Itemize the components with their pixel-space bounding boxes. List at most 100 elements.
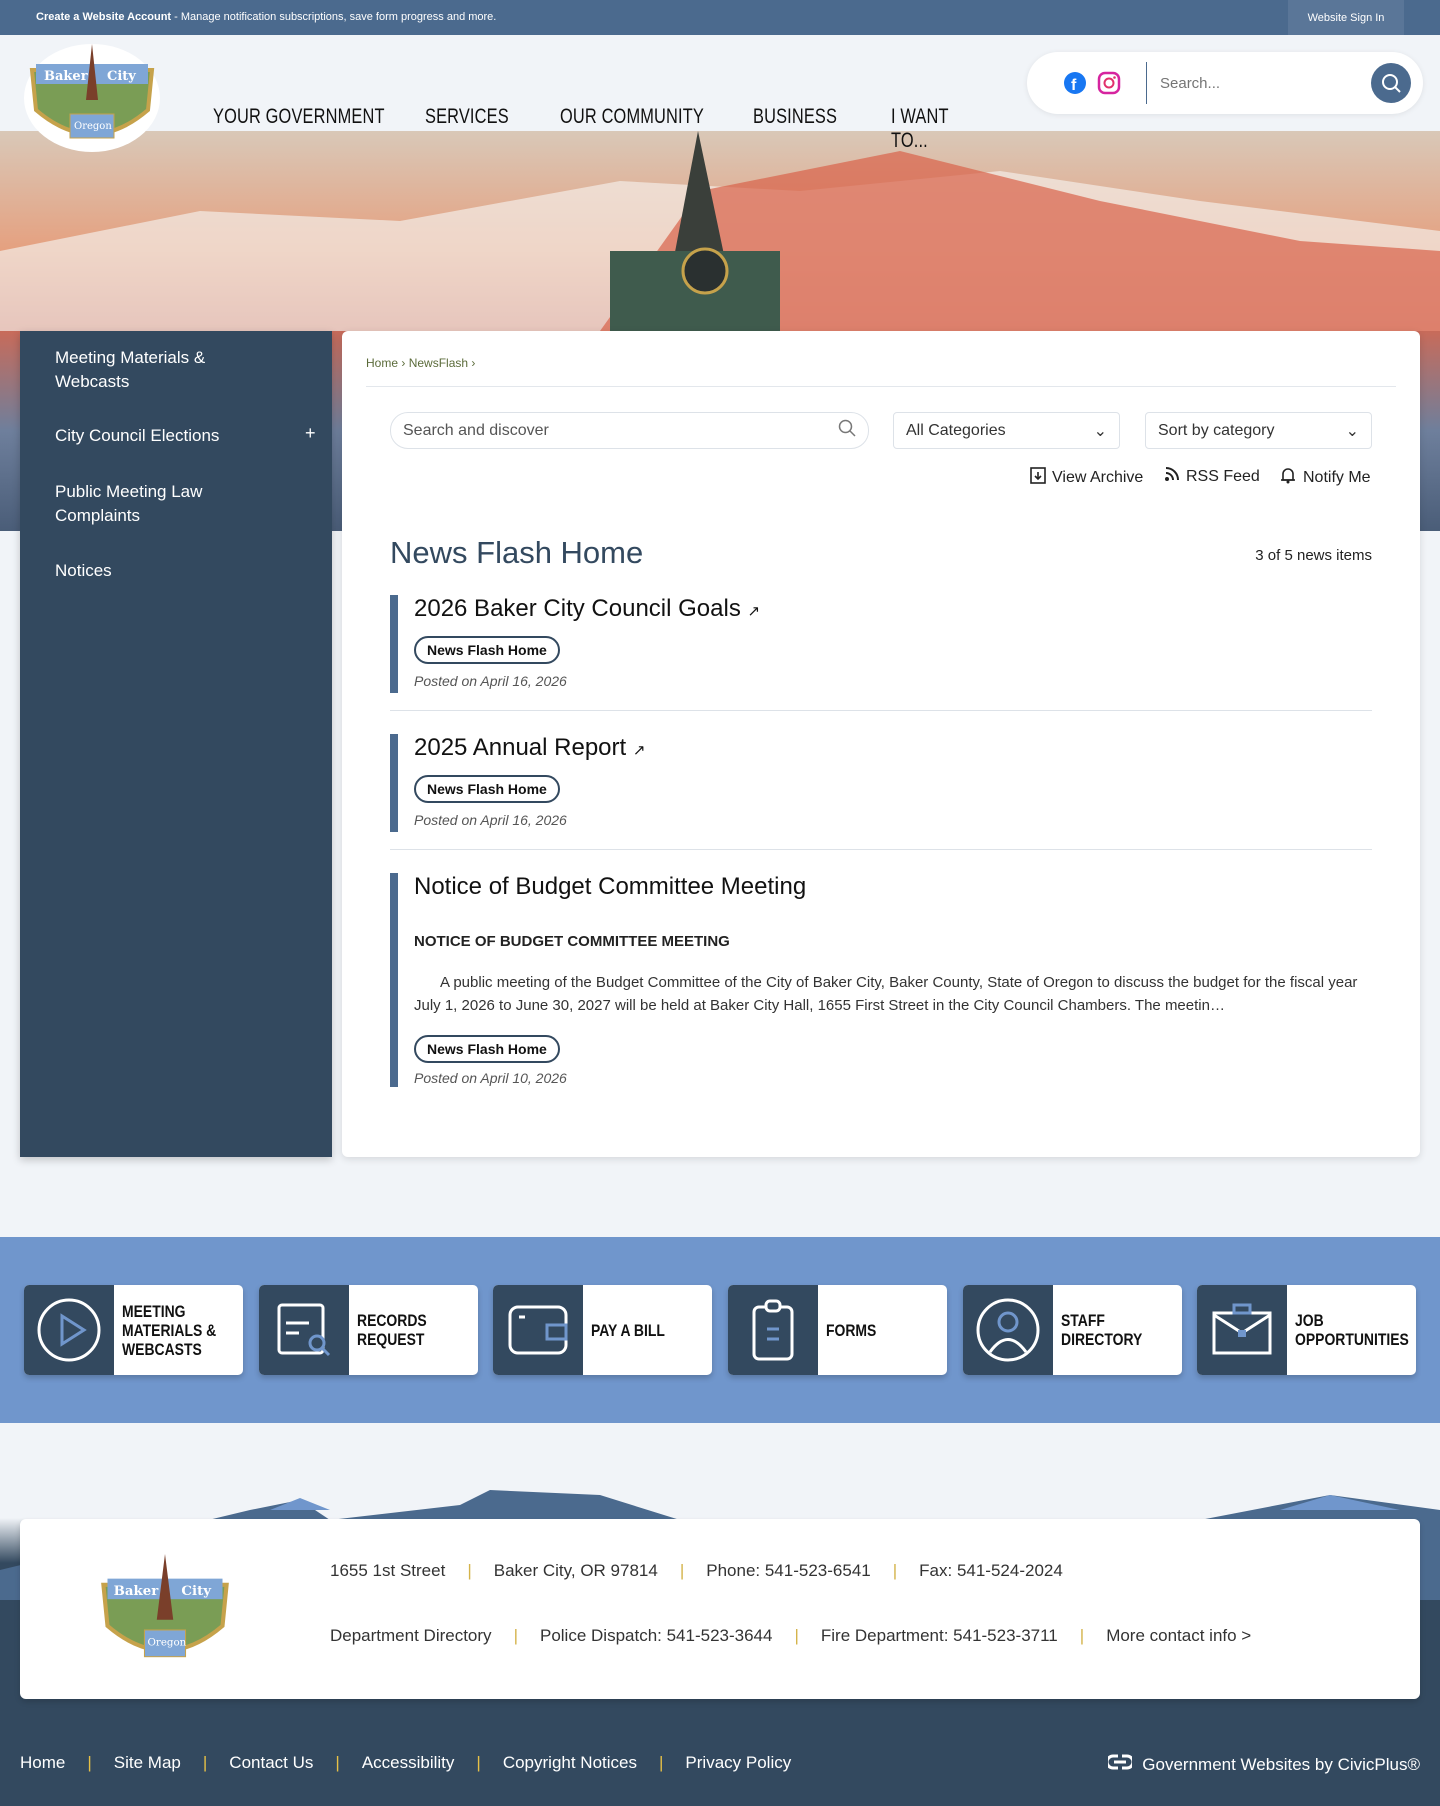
create-account-label[interactable]: Create a Website Account: [36, 11, 171, 23]
document-search-icon: [259, 1285, 349, 1375]
footer-link-accessibility[interactable]: Accessibility: [362, 1753, 455, 1773]
news-item-subheading: NOTICE OF BUDGET COMMITTEE MEETING: [414, 933, 730, 950]
civicplus-label[interactable]: Government Websites by CivicPlus®: [1142, 1755, 1420, 1775]
sort-select[interactable]: Sort by category ⌄: [1145, 412, 1372, 449]
contact-row-2: Department Directory | Police Dispatch: 5…: [330, 1626, 1252, 1646]
footer-logo[interactable]: Baker City Oregon: [90, 1554, 240, 1674]
posted-date: Posted on April 16, 2026: [414, 673, 567, 689]
page-title: News Flash Home: [390, 535, 644, 570]
sort-select-value: Sort by category: [1158, 421, 1275, 439]
news-item: 2025 Annual Report ↗ News Flash Home Pos…: [390, 734, 1372, 832]
play-icon: [24, 1285, 114, 1375]
search-icon[interactable]: [838, 419, 856, 442]
news-search-field[interactable]: Search and discover: [390, 412, 869, 449]
posted-date: Posted on April 10, 2026: [414, 1070, 567, 1086]
news-item-title[interactable]: Notice of Budget Committee Meeting: [414, 873, 806, 901]
civicplus-link[interactable]: Government Websites by CivicPlus®: [1105, 1753, 1420, 1776]
quicklink-job-opportunities[interactable]: JOB OPPORTUNITIES: [1197, 1285, 1416, 1375]
quicklink-staff-directory[interactable]: STAFF DIRECTORY: [963, 1285, 1182, 1375]
facebook-icon[interactable]: f: [1063, 71, 1087, 100]
category-select[interactable]: All Categories ⌄: [893, 412, 1120, 449]
news-item-title-text[interactable]: 2026 Baker City Council Goals: [414, 595, 741, 622]
police-dispatch[interactable]: Police Dispatch: 541-523-3644: [540, 1626, 772, 1646]
sidebar-item-public-meeting-law[interactable]: Public Meeting Law Complaints: [55, 480, 255, 528]
notify-me-label[interactable]: Notify Me: [1303, 469, 1371, 487]
nav-services[interactable]: SERVICES: [425, 105, 509, 129]
phone[interactable]: Phone: 541-523-6541: [706, 1561, 870, 1581]
category-select-value: All Categories: [906, 421, 1006, 439]
news-item: Notice of Budget Committee Meeting NOTIC…: [390, 873, 1372, 1087]
footer-link-privacy[interactable]: Privacy Policy: [685, 1753, 791, 1773]
sidebar-item-notices[interactable]: Notices: [55, 559, 112, 583]
quicklink-meeting-materials[interactable]: MEETING MATERIALS & WEBCASTS: [24, 1285, 243, 1375]
external-link-icon: ↗: [747, 603, 761, 620]
wallet-icon: [493, 1285, 583, 1375]
search-icon[interactable]: [1371, 63, 1411, 103]
news-item-title-text[interactable]: 2025 Annual Report: [414, 734, 626, 761]
view-archive-link[interactable]: View Archive: [1030, 466, 1143, 489]
website-sign-in-button[interactable]: Website Sign In: [1288, 0, 1404, 35]
view-archive-label[interactable]: View Archive: [1052, 469, 1143, 487]
svg-text:City: City: [107, 69, 136, 84]
quicklink-forms[interactable]: FORMS: [728, 1285, 947, 1375]
category-badge[interactable]: News Flash Home: [414, 775, 560, 803]
city-state-zip: Baker City, OR 97814: [493, 1561, 658, 1580]
rss-feed-link[interactable]: RSS Feed: [1164, 466, 1260, 487]
nav-your-government[interactable]: YOUR GOVERNMENT: [213, 105, 385, 129]
main-content: Home › NewsFlash › Search and discover A…: [342, 331, 1420, 1157]
instagram-icon[interactable]: [1097, 71, 1121, 100]
contact-card: Baker City Oregon 1655 1st Street | Baker…: [20, 1519, 1420, 1699]
address: 1655 1st Street: [330, 1561, 446, 1580]
briefcase-icon: [1197, 1285, 1287, 1375]
nav-i-want-to[interactable]: I WANT TO...: [891, 105, 986, 153]
site-logo[interactable]: Baker City Oregon: [22, 40, 162, 152]
sidebar-item-meeting-materials[interactable]: Meeting Materials & Webcasts: [55, 346, 255, 394]
breadcrumb-home[interactable]: Home: [366, 356, 398, 370]
create-account-link[interactable]: Create a Website Account - Manage notifi…: [36, 11, 496, 23]
svg-text:Oregon: Oregon: [74, 121, 112, 132]
header-search-bar: f: [1027, 52, 1423, 114]
quick-links: MEETING MATERIALS & WEBCASTS RECORDS REQ…: [0, 1237, 1440, 1423]
footer-links: Home | Site Map | Contact Us | Accessibilit…: [20, 1753, 792, 1773]
rss-feed-label[interactable]: RSS Feed: [1186, 468, 1260, 486]
rss-icon: [1164, 466, 1180, 487]
department-directory-link[interactable]: Department Directory: [330, 1626, 492, 1646]
external-link-icon: ↗: [632, 742, 646, 759]
svg-text:Oregon: Oregon: [148, 1636, 187, 1648]
user-icon: [963, 1285, 1053, 1375]
category-badge[interactable]: News Flash Home: [414, 1035, 560, 1063]
quicklink-label: RECORDS REQUEST: [357, 1311, 427, 1349]
svg-text:Baker: Baker: [44, 69, 88, 84]
quicklink-pay-a-bill[interactable]: PAY A BILL: [493, 1285, 712, 1375]
sidebar-item-city-council-elections[interactable]: City Council Elections: [55, 424, 219, 448]
header-search-input[interactable]: [1160, 68, 1360, 98]
footer-link-copyright[interactable]: Copyright Notices: [503, 1753, 637, 1773]
quicklink-label: PAY A BILL: [591, 1320, 665, 1340]
quicklink-label: MEETING MATERIALS & WEBCASTS: [122, 1301, 217, 1359]
divider: [390, 710, 1372, 711]
news-item-title[interactable]: 2025 Annual Report ↗: [414, 734, 645, 762]
nav-our-community[interactable]: OUR COMMUNITY: [560, 105, 704, 129]
notify-me-link[interactable]: Notify Me: [1279, 466, 1371, 489]
footer-link-site-map[interactable]: Site Map: [114, 1753, 181, 1773]
divider: [390, 849, 1372, 850]
expand-icon[interactable]: +: [305, 421, 316, 445]
quicklink-records-request[interactable]: RECORDS REQUEST: [259, 1285, 478, 1375]
nav-business[interactable]: BUSINESS: [753, 105, 837, 129]
footer-link-home[interactable]: Home: [20, 1753, 65, 1773]
news-item-title[interactable]: 2026 Baker City Council Goals ↗: [414, 595, 760, 623]
svg-text:City: City: [181, 1583, 212, 1599]
svg-text:Baker: Baker: [114, 1583, 160, 1599]
posted-date: Posted on April 16, 2026: [414, 812, 567, 828]
clipboard-icon: [728, 1285, 818, 1375]
contact-row-1: 1655 1st Street | Baker City, OR 97814 | P…: [330, 1561, 1063, 1581]
news-search-placeholder[interactable]: Search and discover: [403, 422, 838, 440]
more-contact-info-link[interactable]: More contact info >: [1106, 1626, 1251, 1646]
footer-link-contact-us[interactable]: Contact Us: [229, 1753, 313, 1773]
fire-department[interactable]: Fire Department: 541-523-3711: [821, 1626, 1058, 1646]
quicklink-label: FORMS: [826, 1320, 877, 1340]
chevron-down-icon: ⌄: [1093, 422, 1107, 440]
category-badge[interactable]: News Flash Home: [414, 636, 560, 664]
archive-icon: [1030, 466, 1046, 489]
breadcrumb-newsflash[interactable]: NewsFlash: [409, 356, 468, 370]
